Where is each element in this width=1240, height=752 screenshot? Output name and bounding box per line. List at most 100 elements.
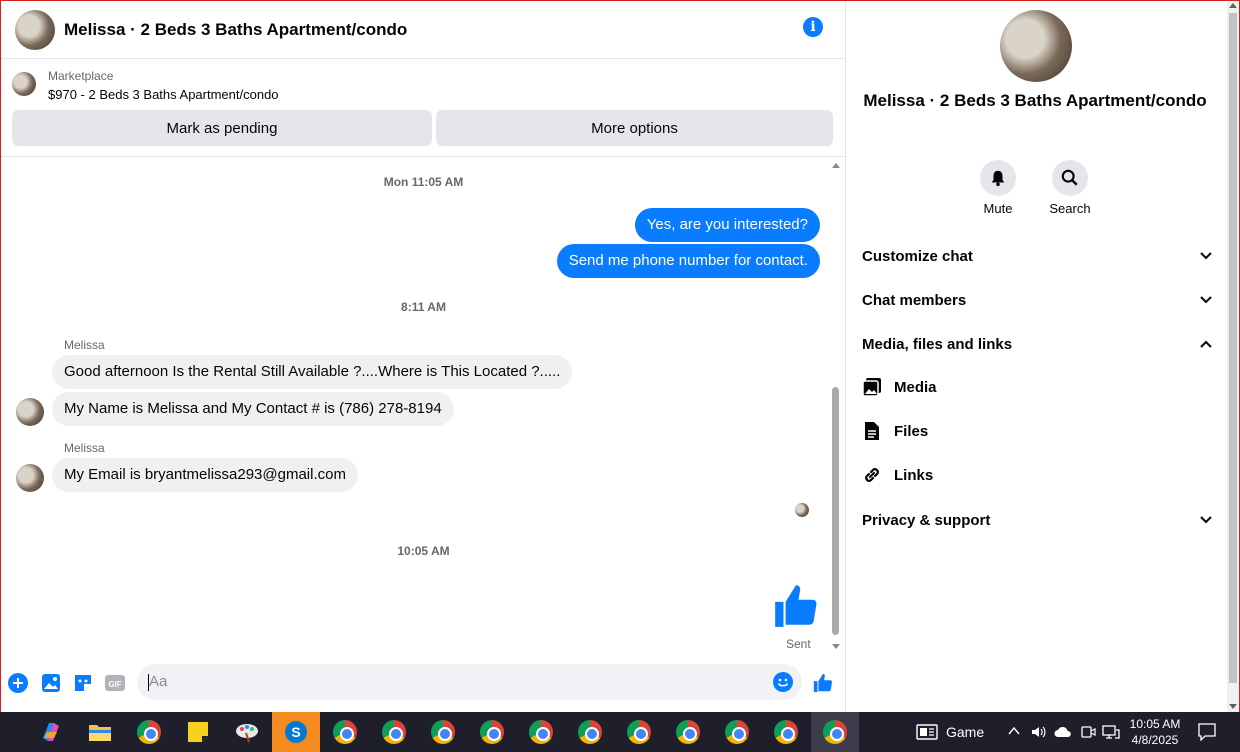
chevron-down-icon [1200, 516, 1212, 524]
svg-text:S: S [291, 724, 300, 740]
game-bar-icon[interactable] [916, 724, 938, 740]
scroll-thumb[interactable] [832, 387, 839, 635]
skype-app-icon[interactable]: S [272, 712, 320, 752]
copilot-app-icon[interactable] [27, 712, 75, 752]
svg-text:GIF: GIF [108, 680, 121, 689]
search-label: Search [1049, 201, 1091, 216]
incoming-message[interactable]: My Name is Melissa and My Contact # is (… [52, 392, 454, 426]
chat-header: Melissa · 2 Beds 3 Baths Apartment/condo… [1, 1, 845, 59]
game-label[interactable]: Game [946, 724, 984, 740]
search-icon [1061, 169, 1078, 186]
chevron-down-icon [1200, 252, 1212, 260]
links-item[interactable]: Links [862, 465, 933, 485]
plus-icon[interactable] [8, 673, 28, 693]
contact-avatar[interactable] [15, 9, 55, 50]
chrome-profile-8[interactable] [664, 712, 712, 752]
chat-title[interactable]: Melissa · 2 Beds 3 Baths Apartment/condo [64, 20, 407, 40]
privacy-support-label: Privacy & support [862, 511, 991, 529]
notification-icon[interactable] [1198, 723, 1216, 741]
mark-as-pending-button[interactable]: Mark as pending [12, 110, 432, 146]
chrome-profile-4[interactable] [468, 712, 516, 752]
network-icon[interactable] [1102, 724, 1120, 740]
read-receipt-avatar [795, 503, 809, 517]
cloud-icon[interactable] [1054, 726, 1072, 738]
incoming-message[interactable]: My Email is bryantmelissa293@gmail.com [52, 458, 358, 492]
outgoing-message[interactable]: Send me phone number for contact. [556, 244, 820, 278]
chrome-profile-5[interactable] [517, 712, 565, 752]
thumbs-up-send-icon[interactable] [812, 672, 834, 694]
timestamp: 8:11 AM [401, 300, 446, 314]
chrome-profile-3[interactable] [419, 712, 467, 752]
folder-icon [89, 725, 111, 741]
window-scroll-thumb[interactable] [1229, 13, 1237, 683]
chrome-icon [431, 720, 455, 744]
info-icon[interactable]: i [803, 17, 823, 37]
files-label: Files [894, 422, 929, 440]
media-label: Media [894, 378, 937, 396]
mute-label: Mute [983, 201, 1013, 216]
window-scrollbar[interactable] [1227, 1, 1239, 712]
chrome-profile-10[interactable] [762, 712, 810, 752]
sender-avatar[interactable] [16, 464, 44, 492]
outgoing-message[interactable]: Yes, are you interested? [634, 208, 820, 242]
chrome-profile-active[interactable] [811, 712, 859, 752]
profile-avatar[interactable] [1000, 10, 1072, 82]
marketplace-banner: Marketplace $970 - 2 Beds 3 Baths Apartm… [1, 59, 845, 157]
volume-icon[interactable] [1030, 724, 1046, 740]
customize-chat-section[interactable]: Customize chat [862, 244, 1212, 268]
chrome-icon [774, 720, 798, 744]
chrome-icon [333, 720, 357, 744]
emoji-icon[interactable] [773, 672, 793, 692]
chat-members-section[interactable]: Chat members [862, 288, 1212, 312]
chevron-up-icon[interactable] [1008, 726, 1020, 736]
mute-button[interactable] [980, 160, 1016, 196]
message-input[interactable]: Aa [137, 664, 802, 700]
chrome-profile-7[interactable] [615, 712, 663, 752]
file-explorer-app-icon[interactable] [76, 712, 124, 752]
chrome-app-icon[interactable] [125, 712, 173, 752]
meet-now-icon[interactable] [1080, 724, 1096, 740]
chrome-icon [480, 720, 504, 744]
paint-app-icon[interactable] [223, 712, 271, 752]
sticky-notes-app-icon[interactable] [174, 712, 222, 752]
sticker-icon[interactable] [73, 673, 93, 693]
chrome-profile-9[interactable] [713, 712, 761, 752]
photo-icon[interactable] [41, 673, 61, 693]
scroll-down-arrow[interactable] [832, 644, 840, 649]
window-scroll-down-arrow[interactable] [1229, 704, 1237, 709]
chrome-profile-2[interactable] [370, 712, 418, 752]
chrome-profile-1[interactable] [321, 712, 369, 752]
media-files-links-label: Media, files and links [862, 335, 1013, 353]
message-scrollbar[interactable] [830, 161, 842, 651]
sticky-note-icon [188, 722, 208, 742]
incoming-message[interactable]: Good afternoon Is the Rental Still Avail… [52, 355, 573, 389]
palette-icon [236, 724, 258, 743]
message-placeholder: Aa [149, 673, 168, 690]
listing-thumbnail[interactable] [12, 72, 36, 96]
chrome-icon [627, 720, 651, 744]
sender-avatar[interactable] [16, 398, 44, 426]
gif-icon[interactable]: GIF [105, 673, 125, 693]
search-button[interactable] [1052, 160, 1088, 196]
more-options-button[interactable]: More options [436, 110, 833, 146]
media-item[interactable]: Media [862, 377, 937, 397]
listing-title[interactable]: $970 - 2 Beds 3 Baths Apartment/condo [48, 87, 279, 102]
files-item[interactable]: Files [862, 421, 928, 441]
composer: GIF Aa [1, 663, 846, 703]
system-clock[interactable]: 10:05 AM 4/8/2025 [1128, 716, 1182, 748]
marketplace-label: Marketplace [48, 69, 114, 83]
profile-name: Melissa · 2 Beds 3 Baths Apartment/condo [863, 91, 1207, 110]
sender-name: Melissa [64, 338, 105, 352]
copilot-icon [43, 723, 59, 741]
taskbar: S Game 10:05 AM 4/8/2025 [0, 712, 1240, 752]
chevron-down-icon [1200, 296, 1212, 304]
window-scroll-up-arrow[interactable] [1229, 3, 1237, 8]
privacy-support-section[interactable]: Privacy & support [862, 508, 1212, 532]
chevron-up-icon [1200, 340, 1212, 348]
chrome-profile-6[interactable] [566, 712, 614, 752]
links-label: Links [894, 466, 934, 484]
thumbs-up-icon[interactable] [771, 580, 821, 632]
chrome-icon [823, 720, 847, 744]
scroll-up-arrow[interactable] [832, 163, 840, 168]
media-files-links-section[interactable]: Media, files and links [862, 332, 1212, 356]
